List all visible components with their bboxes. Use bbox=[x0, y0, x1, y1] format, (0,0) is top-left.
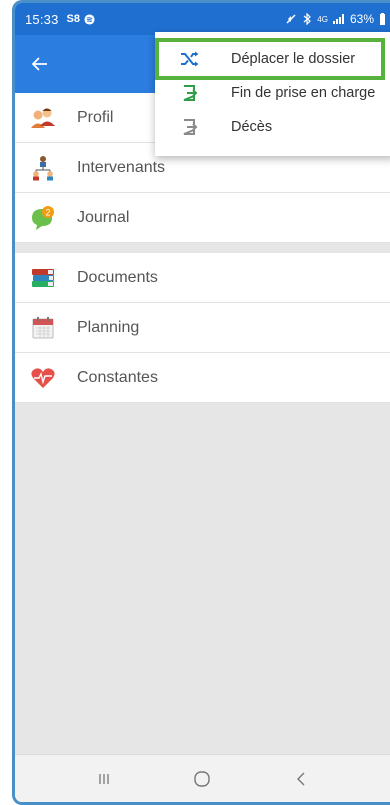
arrow-left-icon bbox=[32, 57, 47, 71]
menu-item-label: Déplacer le dossier bbox=[231, 51, 356, 67]
menu-list-group-2: Documents Planning Constantes bbox=[15, 253, 390, 403]
back-button[interactable] bbox=[25, 49, 55, 79]
list-item-planning[interactable]: Planning bbox=[15, 303, 390, 353]
spotify-icon bbox=[84, 13, 95, 25]
battery-level: 63% bbox=[349, 12, 374, 26]
recent-apps-icon bbox=[99, 773, 109, 784]
exit-green-icon bbox=[179, 82, 201, 104]
list-item-label: Documents bbox=[77, 268, 158, 286]
list-item-constantes[interactable]: Constantes bbox=[15, 353, 390, 403]
nav-back-button[interactable] bbox=[281, 759, 321, 799]
bluetooth-icon bbox=[303, 13, 312, 25]
menu-item-label: Fin de prise en charge bbox=[231, 85, 376, 101]
list-item-label: Planning bbox=[77, 318, 140, 336]
app-notification-icon: S8 bbox=[66, 13, 81, 25]
shuffle-icon bbox=[179, 48, 201, 70]
list-item-label: Intervenants bbox=[77, 158, 166, 176]
overflow-menu: Déplacer le dossier Fin de prise en char… bbox=[155, 32, 390, 156]
books-icon bbox=[29, 264, 57, 292]
battery-icon bbox=[380, 13, 385, 25]
chat-badge-icon: 2 bbox=[29, 204, 57, 232]
list-item-documents[interactable]: Documents bbox=[15, 253, 390, 303]
exit-gray-icon bbox=[179, 116, 201, 138]
users-icon bbox=[29, 104, 57, 132]
list-item-journal[interactable]: 2 Journal bbox=[15, 193, 390, 243]
mute-icon bbox=[286, 14, 296, 24]
menu-item-label: Décès bbox=[231, 119, 273, 135]
list-item-label: Profil bbox=[77, 108, 114, 126]
home-circle-icon bbox=[194, 770, 211, 787]
menu-item-fin-prise-en-charge[interactable]: Fin de prise en charge bbox=[155, 77, 390, 109]
list-item-label: Constantes bbox=[77, 368, 158, 386]
home-button[interactable] bbox=[182, 759, 222, 799]
menu-item-deplacer[interactable]: Déplacer le dossier bbox=[155, 43, 390, 75]
status-right-icons: 4G 63% bbox=[285, 3, 386, 35]
calendar-icon bbox=[29, 314, 57, 342]
network-type: 4G bbox=[317, 14, 328, 24]
list-item-label: Journal bbox=[77, 208, 130, 226]
status-bar: 15:33 S8 4G 63% bbox=[15, 3, 390, 35]
team-icon bbox=[29, 154, 57, 182]
menu-item-deces[interactable]: Décès bbox=[155, 111, 390, 143]
signal-icon bbox=[332, 14, 344, 24]
heart-pulse-icon bbox=[29, 364, 57, 392]
journal-badge-count: 2 bbox=[45, 207, 50, 217]
status-time: 15:33 bbox=[25, 11, 59, 27]
status-left-icons: S8 bbox=[67, 13, 95, 25]
chevron-left-icon bbox=[296, 772, 305, 785]
android-nav-bar bbox=[15, 754, 390, 802]
recent-apps-button[interactable] bbox=[84, 759, 124, 799]
